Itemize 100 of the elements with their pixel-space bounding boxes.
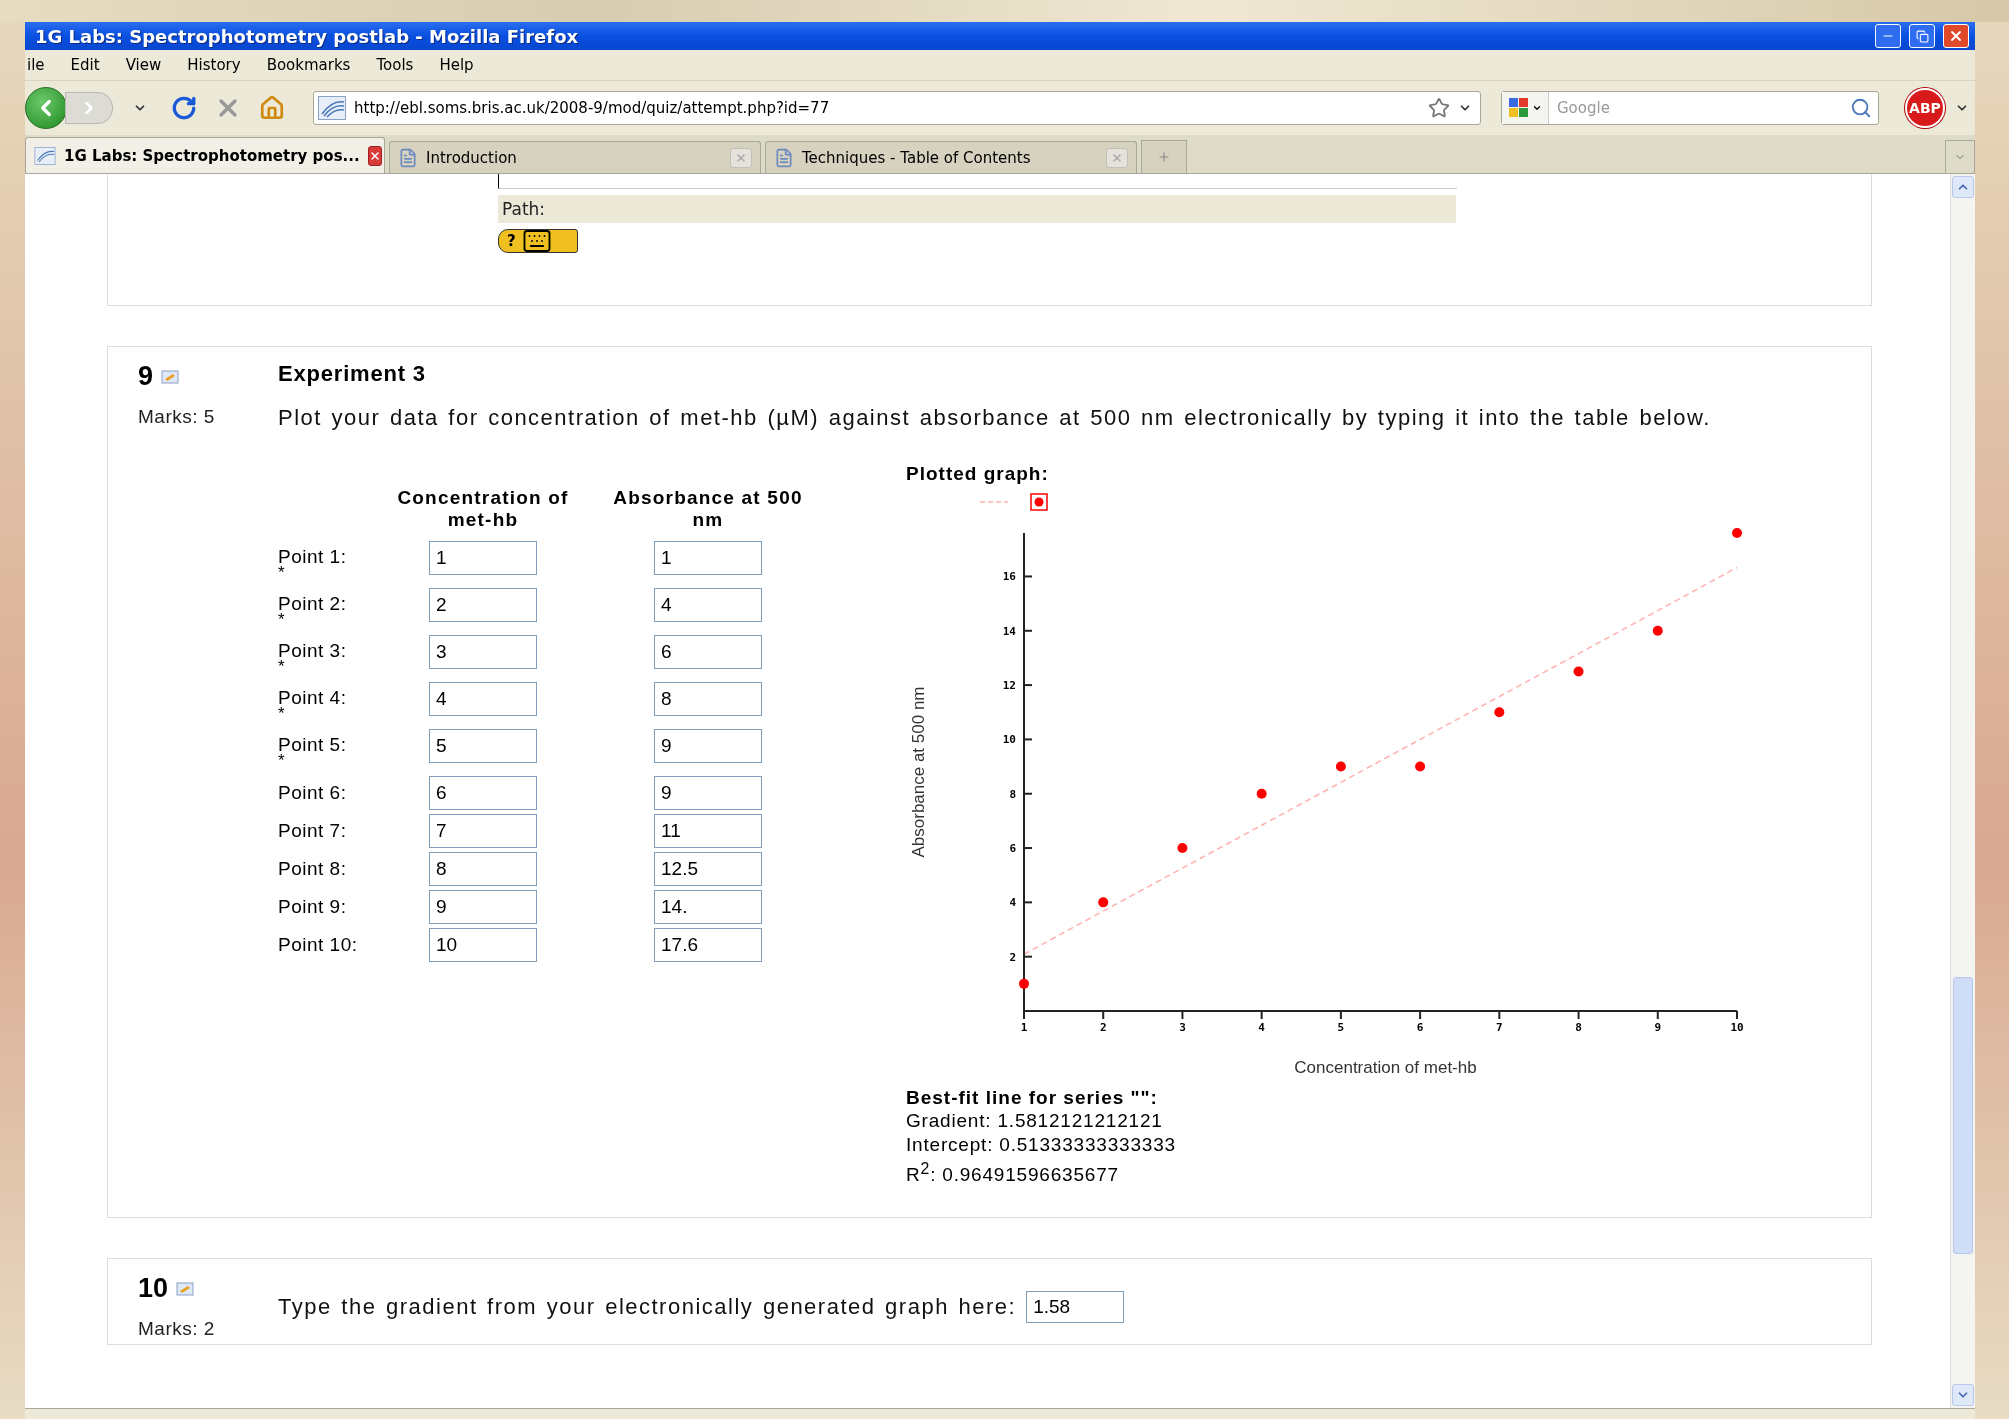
search-input[interactable]: Google <box>1549 94 1850 122</box>
column-header: Absorbance at 500 nm <box>612 487 804 532</box>
required-mark: * <box>278 613 285 626</box>
edit-icon[interactable] <box>176 1280 195 1297</box>
data-point <box>1335 761 1346 772</box>
point-label: Point 1: <box>278 546 348 567</box>
menu-item[interactable]: Help <box>439 56 474 74</box>
data-point <box>1732 528 1742 538</box>
data-point <box>1019 978 1029 989</box>
bookmark-star-icon[interactable] <box>1428 97 1450 119</box>
absorbance-input[interactable]: 4 <box>654 588 762 622</box>
concentration-input[interactable]: 4 <box>429 682 537 716</box>
menu-item[interactable]: Tools <box>376 56 414 74</box>
data-point <box>1415 761 1426 772</box>
x-tick-label: 3 <box>1179 1021 1186 1034</box>
y-tick-label: 10 <box>1002 733 1016 747</box>
point-label: Point 2: <box>278 593 348 614</box>
x-tick-label: 4 <box>1258 1021 1265 1034</box>
x-tick-label: 8 <box>1575 1021 1582 1034</box>
search-icon[interactable] <box>1850 97 1872 119</box>
point-label: Point 10: <box>278 935 359 955</box>
path-label: Path: <box>498 195 1456 223</box>
absorbance-input[interactable]: 12.5 <box>654 852 762 886</box>
scroll-thumb[interactable] <box>1953 977 1973 1254</box>
column-header: Concentration of met-hb <box>396 487 570 532</box>
absorbance-input[interactable]: 17.6 <box>654 928 762 962</box>
x-tick-label: 6 <box>1416 1021 1424 1034</box>
concentration-input[interactable]: 6 <box>429 776 537 810</box>
adblock-button[interactable]: ABP <box>1905 88 1945 128</box>
restore-icon <box>1915 29 1929 43</box>
search-field[interactable]: Google <box>1501 91 1879 125</box>
maximize-button[interactable] <box>1909 24 1935 48</box>
plus-icon <box>1157 150 1171 164</box>
x-tick-label: 10 <box>1730 1021 1744 1034</box>
address-bar[interactable]: http://ebl.soms.bris.ac.uk/2008-9/mod/quiz/attempt.php?id=77 <box>313 91 1481 125</box>
concentration-input[interactable]: 10 <box>429 928 537 962</box>
concentration-input[interactable]: 2 <box>429 588 537 622</box>
data-point <box>1256 788 1267 799</box>
menu-item[interactable]: ile <box>27 56 45 74</box>
scroll-down-button[interactable] <box>1952 1384 1974 1406</box>
help-button[interactable]: ? <box>498 229 578 253</box>
absorbance-input[interactable]: 9 <box>654 729 762 763</box>
x-tick-label: 9 <box>1654 1021 1662 1034</box>
concentration-input[interactable]: 1 <box>429 541 537 575</box>
x-tick-label: 5 <box>1337 1021 1345 1034</box>
required-mark: * <box>278 707 285 720</box>
site-icon <box>318 96 346 120</box>
concentration-input[interactable]: 5 <box>429 729 537 763</box>
close-button[interactable] <box>1943 24 1969 48</box>
menu-item[interactable]: Edit <box>70 56 100 74</box>
concentration-input[interactable]: 8 <box>429 852 537 886</box>
page-icon <box>774 147 794 168</box>
question-text: Plot your data for concentration of met-hb (µM) against absorbance at 500 nm electronically by typing it into the table below. <box>278 405 1712 431</box>
tab-close-button[interactable] <box>367 145 382 166</box>
data-point <box>1573 666 1584 677</box>
fit-statistic: R$^{2}$: 0.96491596635677 <box>906 1159 1120 1188</box>
data-point <box>1098 897 1109 908</box>
absorbance-input[interactable]: 9 <box>654 776 762 810</box>
data-point <box>1494 707 1505 718</box>
absorbance-input[interactable]: 1 <box>654 541 762 575</box>
squares-icon <box>1508 97 1530 119</box>
question-number: 9 <box>138 361 154 392</box>
scroll-up-button[interactable] <box>1952 176 1974 198</box>
y-tick-label: 12 <box>1002 679 1016 693</box>
edit-icon[interactable] <box>161 368 180 385</box>
y-tick-label: 8 <box>1009 787 1016 801</box>
menu-item[interactable]: History <box>187 56 241 74</box>
x-tick-label: 7 <box>1496 1021 1503 1034</box>
x-axis-title: Concentration of met-hb <box>1294 1058 1477 1077</box>
browser-tab[interactable]: 1G Labs: Spectrophotometry pos... <box>25 137 385 173</box>
home-icon[interactable] <box>259 95 285 121</box>
concentration-input[interactable]: 7 <box>429 814 537 848</box>
data-point <box>1177 843 1188 854</box>
y-tick-label: 2 <box>1009 950 1016 964</box>
point-label: Point 9: <box>278 897 348 917</box>
fit-statistic: Gradient: 1.5812121212121 <box>906 1109 1164 1133</box>
absorbance-input[interactable]: 11 <box>654 814 762 848</box>
absorbance-input[interactable]: 6 <box>654 635 762 669</box>
answer-input[interactable]: 1.58 <box>1026 1290 1125 1323</box>
absorbance-input[interactable]: 8 <box>654 682 762 716</box>
browser-tab[interactable]: Introduction <box>389 141 761 173</box>
caret-icon <box>1532 103 1542 113</box>
back-button[interactable] <box>25 87 67 129</box>
scrollbar[interactable] <box>1950 174 1975 1408</box>
y-axis-title: Absorbance at 500 nm <box>909 686 928 858</box>
marks-label: Marks: 5 <box>138 406 216 428</box>
reload-icon[interactable] <box>171 95 197 121</box>
marks-label: Marks: 2 <box>138 1318 216 1341</box>
minimize-button[interactable] <box>1875 24 1901 48</box>
menu-item[interactable]: Bookmarks <box>266 56 351 74</box>
data-point <box>1652 625 1663 636</box>
question-number: 10 <box>138 1273 169 1305</box>
browser-tab[interactable]: Techniques - Table of Contents <box>765 141 1137 173</box>
point-label: Point 3: <box>278 640 348 661</box>
concentration-input[interactable]: 3 <box>429 635 537 669</box>
point-label: Point 4: <box>278 687 348 708</box>
absorbance-input[interactable]: 14. <box>654 890 762 924</box>
concentration-input[interactable]: 9 <box>429 890 537 924</box>
search-engine-button[interactable] <box>1502 92 1549 124</box>
menu-item[interactable]: View <box>125 56 162 74</box>
